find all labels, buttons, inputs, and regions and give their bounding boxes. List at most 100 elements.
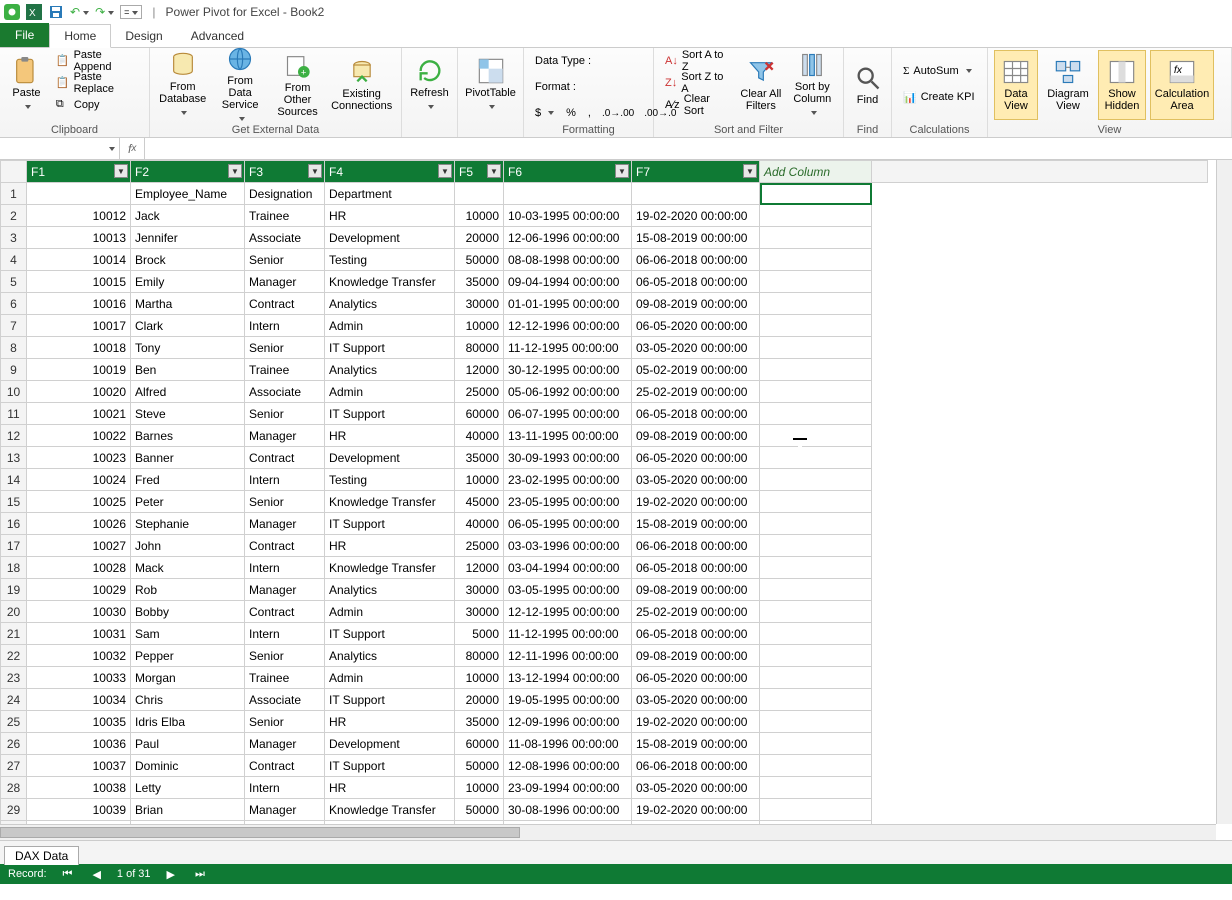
calculation-area-button[interactable]: fxCalculation Area	[1150, 50, 1214, 120]
copy-button[interactable]: ⧉Copy	[51, 94, 143, 116]
cell[interactable]: Martha	[131, 293, 245, 315]
cell[interactable]	[760, 645, 872, 667]
cell[interactable]: Intern	[245, 557, 325, 579]
cell[interactable]: 10031	[27, 623, 131, 645]
cell[interactable]	[455, 183, 504, 205]
column-header[interactable]: F3▼	[245, 161, 325, 183]
cell[interactable]: 06-05-2018 00:00:00	[632, 623, 760, 645]
row-header[interactable]: 21	[1, 623, 27, 645]
increase-decimal-button[interactable]: .0→.00	[598, 102, 638, 124]
table-row[interactable]: 1810028MackInternKnowledge Transfer12000…	[1, 557, 1208, 579]
cell[interactable]: 10029	[27, 579, 131, 601]
table-row[interactable]: 2010030BobbyContractAdmin3000012-12-1995…	[1, 601, 1208, 623]
cell[interactable]: Knowledge Transfer	[325, 557, 455, 579]
data-type-dropdown[interactable]: Data Type :	[530, 50, 596, 72]
cell[interactable]	[760, 359, 872, 381]
cell[interactable]: Stephanie	[131, 513, 245, 535]
cell[interactable]: 06-05-1995 00:00:00	[504, 513, 632, 535]
cell[interactable]	[760, 183, 872, 205]
cell[interactable]: 03-03-1996 00:00:00	[504, 535, 632, 557]
cell[interactable]: 10024	[27, 469, 131, 491]
cell[interactable]: 13-12-1994 00:00:00	[504, 667, 632, 689]
cell[interactable]: Barnes	[131, 425, 245, 447]
cell[interactable]: Trainee	[245, 359, 325, 381]
row-header[interactable]: 12	[1, 425, 27, 447]
cell[interactable]: Development	[325, 733, 455, 755]
row-header[interactable]: 16	[1, 513, 27, 535]
clear-sort-button[interactable]: A⁄zClear Sort	[660, 94, 734, 116]
cell[interactable]: Department	[325, 183, 455, 205]
save-icon[interactable]	[48, 4, 64, 20]
cell[interactable]: 19-05-1995 00:00:00	[504, 689, 632, 711]
row-header[interactable]: 10	[1, 381, 27, 403]
cell[interactable]: 06-05-2020 00:00:00	[632, 667, 760, 689]
cell[interactable]: Analytics	[325, 359, 455, 381]
cell[interactable]	[760, 799, 872, 821]
cell[interactable]: 30-08-1996 00:00:00	[504, 799, 632, 821]
cell[interactable]: Analytics	[325, 645, 455, 667]
cell[interactable]: Knowledge Transfer	[325, 799, 455, 821]
cell[interactable]: 11-08-1996 00:00:00	[504, 733, 632, 755]
nav-first-button[interactable]: ⏮	[59, 868, 77, 881]
cell[interactable]: 10039	[27, 799, 131, 821]
cell[interactable]: 23-09-1994 00:00:00	[504, 777, 632, 799]
cell[interactable]: Senior	[245, 711, 325, 733]
add-column-header[interactable]: Add Column	[760, 161, 872, 183]
format-dropdown[interactable]: Format :	[530, 76, 581, 98]
cell[interactable]	[760, 535, 872, 557]
row-header[interactable]: 20	[1, 601, 27, 623]
filter-dropdown-icon[interactable]: ▼	[114, 164, 128, 178]
cell[interactable]: 35000	[455, 271, 504, 293]
data-view-button[interactable]: Data View	[994, 50, 1038, 120]
cell[interactable]: 10033	[27, 667, 131, 689]
cell[interactable]: 10000	[455, 777, 504, 799]
cell[interactable]: 25000	[455, 381, 504, 403]
cell[interactable]: Associate	[245, 381, 325, 403]
cell[interactable]: Manager	[245, 733, 325, 755]
cell[interactable]: 10028	[27, 557, 131, 579]
cell[interactable]: Designation	[245, 183, 325, 205]
table-row[interactable]: 1Employee_NameDesignationDepartment	[1, 183, 1208, 205]
cell[interactable]: Associate	[245, 227, 325, 249]
cell[interactable]: Senior	[245, 645, 325, 667]
table-row[interactable]: 510015EmilyManagerKnowledge Transfer3500…	[1, 271, 1208, 293]
row-header[interactable]: 22	[1, 645, 27, 667]
cell[interactable]: Manager	[245, 513, 325, 535]
cell[interactable]: 06-05-2020 00:00:00	[632, 447, 760, 469]
nav-last-button[interactable]: ⏭	[191, 868, 209, 881]
cell[interactable]: 05-02-2019 00:00:00	[632, 359, 760, 381]
horizontal-scrollbar[interactable]	[0, 824, 1216, 840]
find-button[interactable]: Find	[850, 50, 885, 120]
row-header[interactable]: 23	[1, 667, 27, 689]
cell[interactable]: 06-06-2018 00:00:00	[632, 249, 760, 271]
cell[interactable]: 10036	[27, 733, 131, 755]
cell[interactable]: Trainee	[245, 667, 325, 689]
cell[interactable]: 19-02-2020 00:00:00	[632, 711, 760, 733]
cell[interactable]: 19-02-2020 00:00:00	[632, 491, 760, 513]
table-row[interactable]: 810018TonySeniorIT Support8000011-12-199…	[1, 337, 1208, 359]
clear-filters-button[interactable]: Clear All Filters	[738, 50, 784, 120]
row-header[interactable]: 1	[1, 183, 27, 205]
filter-dropdown-icon[interactable]: ▼	[743, 164, 757, 178]
cell[interactable]: 30000	[455, 601, 504, 623]
cell[interactable]: Admin	[325, 667, 455, 689]
cell[interactable]: Manager	[245, 579, 325, 601]
cell[interactable]: IT Support	[325, 403, 455, 425]
cell[interactable]: HR	[325, 777, 455, 799]
cell[interactable]: Banner	[131, 447, 245, 469]
cell[interactable]: 10020	[27, 381, 131, 403]
cell[interactable]: 10022	[27, 425, 131, 447]
cell[interactable]: Intern	[245, 315, 325, 337]
cell[interactable]: 12-12-1996 00:00:00	[504, 315, 632, 337]
cell[interactable]: Steve	[131, 403, 245, 425]
cell[interactable]: 40000	[455, 513, 504, 535]
cell[interactable]: 10015	[27, 271, 131, 293]
cell[interactable]: 30-09-1993 00:00:00	[504, 447, 632, 469]
cell[interactable]	[760, 447, 872, 469]
vertical-scrollbar[interactable]	[1216, 160, 1232, 824]
cell[interactable]: 10035	[27, 711, 131, 733]
filter-dropdown-icon[interactable]: ▼	[615, 164, 629, 178]
cell[interactable]: Trainee	[245, 205, 325, 227]
row-header[interactable]: 5	[1, 271, 27, 293]
column-header[interactable]: F7▼	[632, 161, 760, 183]
